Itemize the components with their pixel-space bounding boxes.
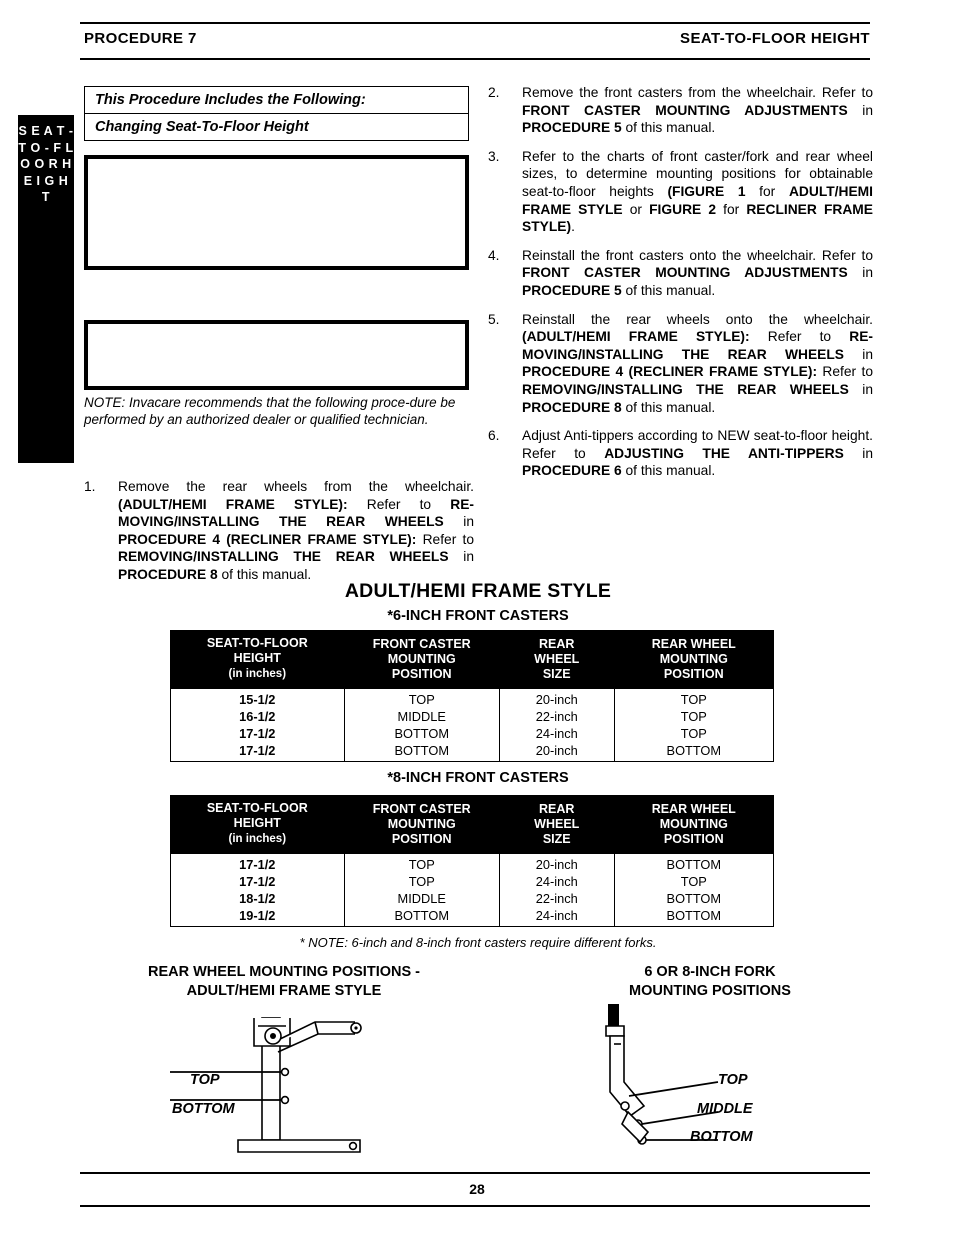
- list-item: 1. Remove the rear wheels from the wheel…: [84, 478, 474, 584]
- list-item-number: 6.: [488, 428, 500, 444]
- figure-title: ADULT/HEMI FRAME STYLE: [344, 580, 612, 602]
- table-row: 15-1/2 TOP 20-inch TOP: [170, 688, 775, 708]
- table-row: 16-1/2 MIDDLE 22-inch TOP: [170, 708, 775, 725]
- header-section-title: SEAT-TO-FLOOR HEIGHT: [680, 30, 870, 47]
- table-header-cell: REAR WHEEL SIZE: [498, 630, 615, 689]
- callout-bottom-right: BOTTOM: [690, 1129, 753, 1145]
- table-header-cell: REAR WHEEL MOUNTING POSITION: [613, 795, 775, 854]
- table-row: 18-1/2 MIDDLE 22-inch BOTTOM: [170, 890, 775, 907]
- table-body: 17-1/2 TOP 20-inch BOTTOM 17-1/2 TOP 24-…: [170, 853, 775, 927]
- table-row: 19-1/2 BOTTOM 24-inch BOTTOM: [170, 907, 775, 927]
- page-number: 28: [469, 1181, 485, 1197]
- header-divider-top: [80, 22, 870, 24]
- table-row: 17-1/2 TOP 20-inch BOTTOM: [170, 853, 775, 873]
- list-item-number: 4.: [488, 247, 500, 263]
- callout-middle-right: MIDDLE: [697, 1101, 753, 1117]
- warning-box-lower: [84, 320, 469, 390]
- warning-box-upper: [84, 155, 469, 270]
- table-6inch-casters: SEAT-TO-FLOOR HEIGHT (in inches) FRONT C…: [170, 630, 775, 762]
- list-item: 3. Refer to the charts of front caster/f…: [488, 148, 873, 236]
- callout-top-right: TOP: [718, 1072, 748, 1088]
- procedure-includes-box: This Procedure Includes the Following: C…: [84, 86, 469, 141]
- table-footnote: * NOTE: 6-inch and 8-inch front casters …: [299, 935, 657, 950]
- list-item: 6. Adjust Anti-tippers according to NEW …: [488, 427, 873, 480]
- figure-subtitle-8inch: *8-INCH FRONT CASTERS: [387, 770, 569, 786]
- table-header-cell: REAR WHEEL MOUNTING POSITION: [613, 630, 775, 689]
- procedure-includes-item: Changing Seat-To-Floor Height: [95, 119, 309, 135]
- list-item-number: 3.: [488, 148, 500, 164]
- list-item-text: Adjust Anti-tippers according to NEW sea…: [522, 428, 873, 479]
- list-item-text: Remove the front casters from the wheelc…: [522, 85, 873, 136]
- table-header-cell: SEAT-TO-FLOOR HEIGHT (in inches): [170, 630, 345, 689]
- side-tab-label: S E A T - T O - F L O O R H E I G H T: [18, 115, 74, 463]
- list-item: 4. Reinstall the front casters onto the …: [488, 247, 873, 300]
- table-8inch-casters: SEAT-TO-FLOOR HEIGHT (in inches) FRONT C…: [170, 795, 775, 927]
- table-header-row: SEAT-TO-FLOOR HEIGHT (in inches) FRONT C…: [170, 630, 775, 689]
- figure-subtitle-6inch: *6-INCH FRONT CASTERS: [387, 608, 569, 624]
- table-header-row: SEAT-TO-FLOOR HEIGHT (in inches) FRONT C…: [170, 795, 775, 854]
- footer-divider-bottom: [80, 1205, 870, 1207]
- steps-list-right: 2. Remove the front casters from the whe…: [488, 84, 873, 491]
- list-item-text: Reinstall the rear wheels onto the wheel…: [522, 311, 874, 415]
- table-header-cell: FRONT CASTER MOUNTING POSITION: [343, 795, 500, 854]
- table-header-cell: REAR WHEEL SIZE: [498, 795, 615, 854]
- list-item: 5. Reinstall the rear wheels onto the wh…: [488, 311, 873, 417]
- table-row: 17-1/2 TOP 24-inch TOP: [170, 873, 775, 890]
- list-item: 2. Remove the front casters from the whe…: [488, 84, 873, 137]
- procedure-includes-title: This Procedure Includes the Following:: [85, 87, 468, 114]
- document-page: PROCEDURE 7 SEAT-TO-FLOOR HEIGHT S E A T…: [0, 0, 954, 1235]
- header-divider-bottom: [80, 58, 870, 60]
- note-left: NOTE: Invacare recommends that the follo…: [84, 395, 456, 427]
- table-body: 15-1/2 TOP 20-inch TOP 16-1/2 MIDDLE 22-…: [170, 688, 775, 762]
- header-procedure-label: PROCEDURE 7: [84, 30, 197, 47]
- callout-bottom-left: BOTTOM: [172, 1101, 235, 1117]
- list-item-text: Refer to the charts of front caster/fork…: [522, 148, 873, 235]
- list-item-text: Remove the rear wheels from the wheelcha…: [118, 479, 475, 582]
- figure-caption-fork: 6 OR 8-INCH FORK MOUNTING POSITIONS: [629, 964, 791, 999]
- footer-divider-top: [80, 1172, 870, 1174]
- list-item-number: 1.: [84, 479, 96, 494]
- table-row: 17-1/2 BOTTOM 20-inch BOTTOM: [170, 742, 775, 762]
- callout-top-left: TOP: [190, 1072, 220, 1088]
- table-row: 17-1/2 BOTTOM 24-inch TOP: [170, 725, 775, 742]
- table-header-cell: SEAT-TO-FLOOR HEIGHT (in inches): [170, 795, 345, 854]
- table-header-cell: FRONT CASTER MOUNTING POSITION: [343, 630, 500, 689]
- list-item-text: Reinstall the front casters onto the whe…: [522, 247, 873, 298]
- list-item-number: 2.: [488, 85, 500, 100]
- figure-caption-rear-wheel: REAR WHEEL MOUNTING POSITIONS - ADULT/HE…: [147, 964, 421, 999]
- steps-list-left: 1. Remove the rear wheels from the wheel…: [84, 478, 474, 595]
- list-item-number: 5.: [488, 311, 500, 327]
